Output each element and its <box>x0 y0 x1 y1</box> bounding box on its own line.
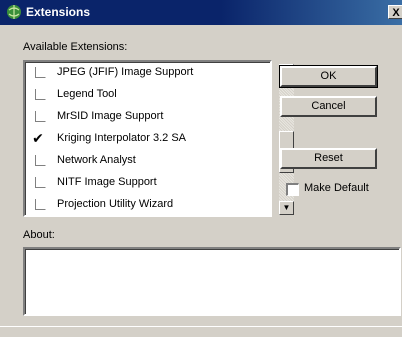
unchecked-box-icon[interactable] <box>35 89 46 100</box>
extension-label: Network Analyst <box>57 154 136 166</box>
title-bar[interactable]: Extensions X <box>0 0 402 25</box>
unchecked-box-icon[interactable] <box>35 177 46 188</box>
list-item[interactable]: Network Analyst <box>27 150 253 172</box>
extension-label: Projection Utility Wizard <box>57 198 174 210</box>
list-item[interactable]: ✔ Kriging Interpolator 3.2 SA <box>27 128 253 150</box>
window-title: Extensions <box>26 5 91 19</box>
scroll-down-button[interactable]: ▼ <box>279 201 294 215</box>
reset-button-label: Reset <box>314 152 343 164</box>
close-icon: X <box>392 7 400 19</box>
available-extensions-label: Available Extensions: <box>23 41 128 53</box>
close-button[interactable]: X <box>388 5 402 19</box>
extension-label: MrSID Image Support <box>57 110 164 122</box>
about-label: About: <box>23 229 55 241</box>
extensions-listbox[interactable]: JPEG (JFIF) Image Support Legend Tool Mr… <box>23 60 294 217</box>
arrow-down-icon: ▼ <box>282 203 291 212</box>
dialog-bottom-edge <box>0 326 402 337</box>
cancel-button-label: Cancel <box>311 100 346 112</box>
globe-app-icon <box>7 5 21 19</box>
unchecked-box-icon[interactable] <box>35 199 46 210</box>
list-item[interactable]: Legend Tool <box>27 84 253 106</box>
unchecked-box-icon[interactable] <box>35 155 46 166</box>
about-textbox[interactable] <box>23 247 401 316</box>
reset-button[interactable]: Reset <box>280 148 377 169</box>
make-default-checkbox[interactable] <box>286 183 299 196</box>
cancel-button[interactable]: Cancel <box>280 96 377 117</box>
unchecked-box-icon[interactable] <box>35 67 46 78</box>
list-item[interactable]: Projection Utility Wizard <box>27 194 253 216</box>
extension-label: Legend Tool <box>57 88 117 100</box>
unchecked-box-icon[interactable] <box>35 111 46 122</box>
make-default-label: Make Default <box>304 182 369 194</box>
extension-label: NITF Image Support <box>57 176 157 188</box>
ok-button-label: OK <box>320 70 337 82</box>
extension-label: Kriging Interpolator 3.2 SA <box>57 132 187 144</box>
list-item[interactable]: MrSID Image Support <box>27 106 253 128</box>
ok-button[interactable]: OK <box>279 65 378 88</box>
list-item[interactable]: JPEG (JFIF) Image Support <box>27 62 253 84</box>
list-item[interactable]: NITF Image Support <box>27 172 253 194</box>
checkmark-icon[interactable]: ✔ <box>31 131 45 145</box>
extension-label: JPEG (JFIF) Image Support <box>57 66 194 78</box>
